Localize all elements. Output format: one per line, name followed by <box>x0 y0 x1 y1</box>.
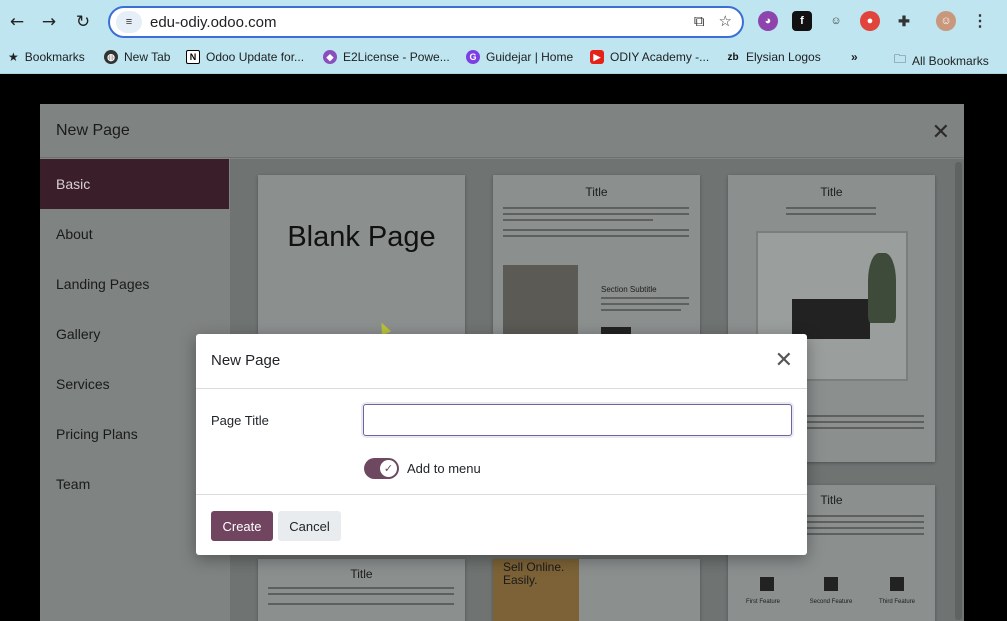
extension-fx-icon[interactable]: f <box>792 11 812 31</box>
modal-header: New Page ✕ <box>196 334 807 389</box>
extension-robot-icon[interactable]: ☺ <box>826 11 846 31</box>
close-icon[interactable]: ✕ <box>775 348 793 373</box>
close-icon[interactable]: ✕ <box>932 120 950 145</box>
template-card-bottom-left[interactable]: Title <box>258 559 465 621</box>
url-text[interactable]: edu-odiy.odoo.com <box>150 14 276 31</box>
template-section-subtitle: Section Subtitle <box>601 285 657 294</box>
bookmark-item[interactable]: ★ Bookmarks <box>8 50 85 64</box>
check-icon: ✓ <box>380 460 397 477</box>
bookmark-item[interactable]: ◍ New Tab <box>104 50 170 64</box>
template-blank-title: Blank Page <box>287 221 436 253</box>
bookmark-item[interactable]: G Guidejar | Home <box>466 50 573 64</box>
page-title-label: Page Title <box>211 413 269 428</box>
template-title: Title <box>820 185 843 199</box>
cancel-button[interactable]: Cancel <box>278 511 341 541</box>
template-image <box>503 265 578 345</box>
globe-icon: ◍ <box>104 50 118 64</box>
folder-icon: 🗀 <box>894 52 907 66</box>
feature-label: Second Feature <box>809 599 853 605</box>
page-title-input[interactable] <box>363 404 792 436</box>
bookmark-item[interactable]: ◆ E2License - Powe... <box>323 50 450 64</box>
zb-icon: zb <box>726 50 740 64</box>
forward-icon[interactable]: → <box>38 11 60 33</box>
sidebar-item-basic[interactable]: Basic <box>40 159 229 209</box>
create-button[interactable]: Create <box>211 511 273 541</box>
browser-toolbar: ← → ↻ ≡ edu-odiy.odoo.com ⧉ ☆ ◕ f ☺ ● ✚ … <box>0 0 1007 44</box>
add-to-menu-toggle[interactable]: ✓ <box>364 458 399 479</box>
bookmark-item[interactable]: N Odoo Update for... <box>186 50 304 64</box>
address-bar[interactable]: ≡ edu-odiy.odoo.com ⧉ ☆ <box>108 6 744 38</box>
bookmark-item[interactable]: zb Elysian Logos <box>726 50 821 64</box>
youtube-icon: ▶ <box>590 50 604 64</box>
all-bookmarks[interactable]: 🗀 All Bookmarks <box>894 50 989 71</box>
extension-red-icon[interactable]: ● <box>860 11 880 31</box>
bookmark-star-icon[interactable]: ☆ <box>719 12 732 30</box>
back-icon[interactable]: ← <box>6 11 28 33</box>
add-to-menu-label: Add to menu <box>407 461 481 476</box>
diamond-icon: ◆ <box>323 50 337 64</box>
modal-title: New Page <box>211 352 281 369</box>
add-to-menu-row[interactable]: ✓ Add to menu <box>364 458 481 479</box>
extensions-puzzle-icon[interactable]: ✚ <box>894 11 914 31</box>
menu-kebab-icon[interactable]: ⋮ <box>970 11 990 31</box>
install-app-icon[interactable]: ⧉ <box>694 12 705 30</box>
reload-icon[interactable]: ↻ <box>72 11 94 33</box>
modal-footer: Create Cancel <box>196 494 807 555</box>
outer-dialog-header: New Page ✕ <box>40 104 964 158</box>
template-card-sell-online[interactable]: Sell Online. Easily. <box>493 559 700 621</box>
feature-label: First Feature <box>745 599 780 605</box>
new-page-modal: New Page ✕ Page Title ✓ Add to menu Crea… <box>196 334 807 555</box>
site-settings-icon[interactable]: ≡ <box>116 11 142 33</box>
guidejar-icon: G <box>466 50 480 64</box>
scrollbar[interactable] <box>955 162 962 620</box>
feature-label: Third Feature <box>878 599 915 605</box>
template-sell-online-title: Sell Online. Easily. <box>503 560 565 587</box>
star-icon: ★ <box>8 50 19 64</box>
notion-icon: N <box>186 50 200 64</box>
bookmarks-bar: ★ Bookmarks ◍ New Tab N Odoo Update for.… <box>0 44 1007 74</box>
outer-dialog-title: New Page <box>56 121 130 139</box>
sidebar-item-landing-pages[interactable]: Landing Pages <box>40 259 229 309</box>
more-bookmarks-icon[interactable]: » <box>851 50 858 64</box>
sidebar-item-about[interactable]: About <box>40 209 229 259</box>
extension-icon[interactable]: ◕ <box>758 11 778 31</box>
bookmark-item[interactable]: ▶ ODIY Academy -... <box>590 50 709 64</box>
template-title: Title <box>585 185 608 199</box>
profile-avatar[interactable]: ☺ <box>936 11 956 31</box>
template-title: Title <box>350 567 373 581</box>
template-image: Sell Online. Easily. <box>493 559 579 621</box>
